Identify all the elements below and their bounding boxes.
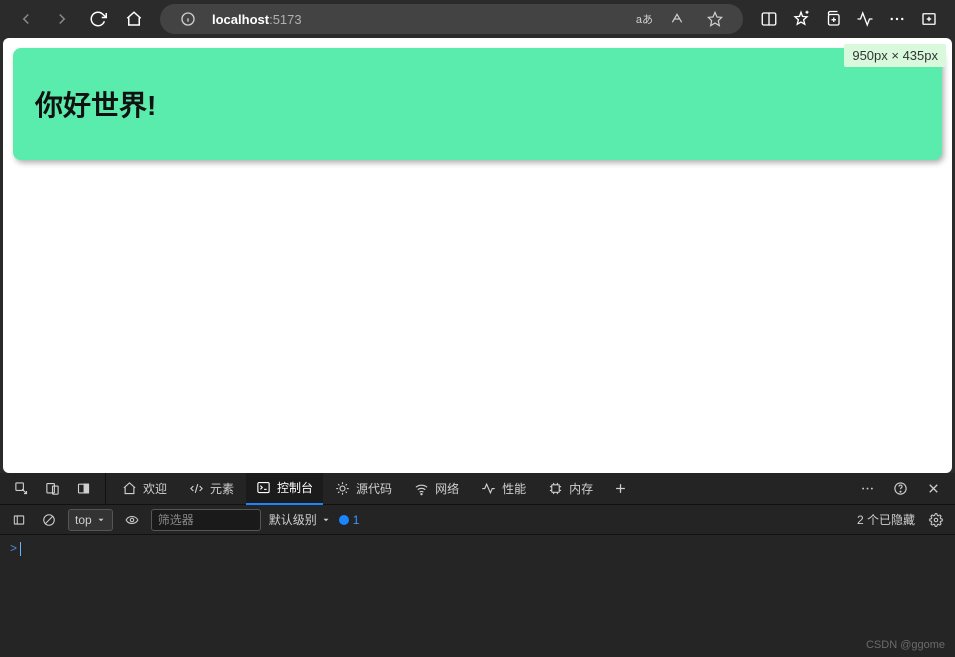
tab-sources-label: 源代码 xyxy=(356,480,392,497)
info-icon[interactable] xyxy=(174,11,202,27)
refresh-button[interactable] xyxy=(82,3,114,35)
filter-placeholder: 筛选器 xyxy=(158,511,194,528)
close-devtools-icon[interactable] xyxy=(918,473,949,505)
back-button[interactable] xyxy=(10,3,42,35)
context-label: top xyxy=(75,513,92,527)
tab-memory[interactable]: 内存 xyxy=(538,473,603,505)
chevron-down-icon xyxy=(96,515,106,525)
console-settings-icon[interactable] xyxy=(925,509,947,531)
devtools-panel: 欢迎 元素 控制台 源代码 网络 性能 内存 xyxy=(0,473,955,657)
cursor xyxy=(20,542,21,556)
device-toggle-icon[interactable] xyxy=(37,473,68,505)
devtools-tabs: 欢迎 元素 控制台 源代码 网络 性能 内存 xyxy=(0,473,955,505)
more-icon[interactable] xyxy=(881,3,913,35)
log-level-selector[interactable]: 默认级别 xyxy=(269,511,331,528)
live-expression-icon[interactable] xyxy=(121,509,143,531)
issue-dot-icon xyxy=(339,515,349,525)
watermark: CSDN @ggome xyxy=(866,639,945,651)
sidebar-toggle-icon[interactable] xyxy=(913,3,945,35)
tab-console[interactable]: 控制台 xyxy=(246,473,323,505)
split-screen-icon[interactable] xyxy=(753,3,785,35)
console-toolbar: top 筛选器 默认级别 1 2 个已隐藏 xyxy=(0,505,955,535)
inspect-icon[interactable] xyxy=(6,473,37,505)
tab-welcome[interactable]: 欢迎 xyxy=(112,473,177,505)
add-tab-button[interactable] xyxy=(605,473,636,505)
clear-console-icon[interactable] xyxy=(38,509,60,531)
forward-button[interactable] xyxy=(46,3,78,35)
url-text: localhost:5173 xyxy=(212,12,626,27)
tab-network-label: 网络 xyxy=(435,480,459,497)
dock-icon[interactable] xyxy=(68,473,99,505)
collections-icon[interactable] xyxy=(817,3,849,35)
issues-count: 1 xyxy=(353,513,360,527)
read-aloud-icon[interactable] xyxy=(663,11,691,27)
url-host: localhost xyxy=(212,12,269,27)
favorite-icon[interactable] xyxy=(701,11,729,27)
tab-network[interactable]: 网络 xyxy=(404,473,469,505)
issues-indicator[interactable]: 1 xyxy=(339,513,360,527)
tab-memory-label: 内存 xyxy=(569,480,593,497)
tab-elements[interactable]: 元素 xyxy=(179,473,244,505)
browser-toolbar: localhost:5173 aあ xyxy=(0,0,955,38)
tab-elements-label: 元素 xyxy=(210,480,234,497)
tab-console-label: 控制台 xyxy=(277,479,313,496)
log-level-label: 默认级别 xyxy=(269,511,317,528)
toolbar-right xyxy=(753,3,945,35)
tab-sources[interactable]: 源代码 xyxy=(325,473,402,505)
tab-welcome-label: 欢迎 xyxy=(143,480,167,497)
chevron-down-icon xyxy=(321,515,331,525)
filter-input[interactable]: 筛选器 xyxy=(151,509,261,531)
dimension-badge: 950px × 435px xyxy=(844,44,946,67)
hello-heading: 你好世界! xyxy=(35,84,920,124)
console-prompt: > xyxy=(10,541,17,555)
home-button[interactable] xyxy=(118,3,150,35)
address-bar[interactable]: localhost:5173 aあ xyxy=(160,4,743,34)
url-port: :5173 xyxy=(269,12,302,27)
tab-performance-label: 性能 xyxy=(502,480,526,497)
console-output[interactable]: > CSDN @ggome xyxy=(0,535,955,657)
toggle-sidebar-icon[interactable] xyxy=(8,509,30,531)
page-viewport: 950px × 435px 你好世界! xyxy=(3,38,952,473)
hidden-messages-text[interactable]: 2 个已隐藏 xyxy=(857,511,915,528)
context-selector[interactable]: top xyxy=(68,509,113,531)
performance-icon[interactable] xyxy=(849,3,881,35)
hello-card: 你好世界! xyxy=(13,48,942,160)
devtools-more-icon[interactable] xyxy=(852,473,883,505)
translate-icon[interactable]: aあ xyxy=(636,11,653,27)
help-icon[interactable] xyxy=(885,473,916,505)
tab-performance[interactable]: 性能 xyxy=(471,473,536,505)
favorites-icon[interactable] xyxy=(785,3,817,35)
